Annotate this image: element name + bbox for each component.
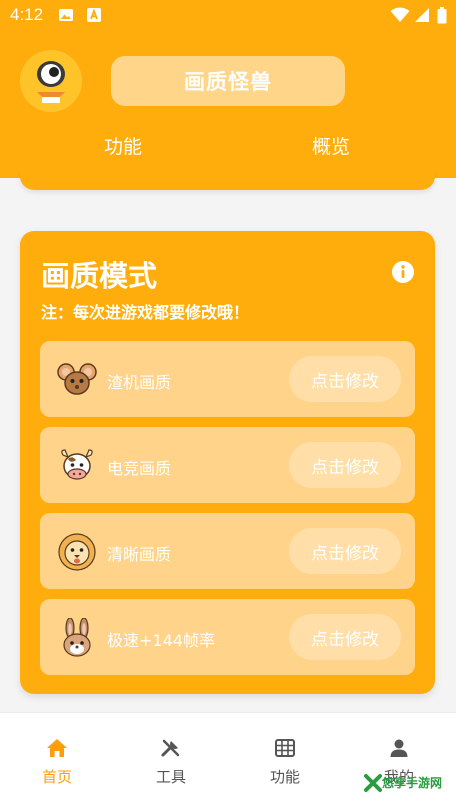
signal-icon — [414, 7, 430, 27]
cow-icon — [57, 446, 97, 486]
avatar[interactable] — [20, 50, 82, 112]
font-icon — [86, 7, 102, 27]
mascot-avatar-icon — [20, 50, 82, 112]
mode-label: 极速+144帧率 — [107, 631, 215, 650]
status-bar: 4:12 — [0, 0, 456, 32]
wifi-icon — [390, 7, 410, 27]
modify-button[interactable]: 点击修改 — [289, 356, 401, 402]
mode-label: 渣机画质 — [107, 373, 172, 392]
mode-row-esports: 电竞画质 点击修改 — [40, 427, 415, 503]
nav-item-home[interactable]: 首页 — [27, 737, 87, 787]
mode-label: 清晰画质 — [107, 545, 172, 564]
modify-button[interactable]: 点击修改 — [289, 442, 401, 488]
watermark-logo-icon — [364, 774, 382, 792]
rabbit-icon — [57, 617, 97, 658]
nav-item-features[interactable]: 功能 — [255, 737, 315, 787]
mode-row-low-end: 渣机画质 点击修改 — [40, 341, 415, 417]
app-header: 画质怪兽 功能 概览 — [0, 32, 456, 178]
mode-label: 电竞画质 — [107, 459, 172, 478]
home-icon — [46, 737, 68, 759]
lion-icon — [57, 532, 97, 572]
battery-icon — [437, 7, 447, 28]
tools-icon — [160, 737, 182, 759]
quality-mode-card: 画质模式 注：每次进游戏都要修改哦！ 渣机画质 点击修改 电竞画质 点击修改 清… — [20, 231, 435, 694]
mouse-icon — [57, 360, 97, 400]
info-icon[interactable] — [392, 261, 414, 283]
previous-card-edge — [20, 170, 435, 190]
modify-button[interactable]: 点击修改 — [289, 614, 401, 660]
nav-label-features: 功能 — [269, 768, 300, 786]
nav-label-home: 首页 — [41, 768, 72, 786]
watermark: 悠享手游网 — [364, 772, 456, 794]
modify-button[interactable]: 点击修改 — [289, 528, 401, 574]
tab-overview[interactable]: 概览 — [312, 132, 350, 159]
quality-mode-note: 注：每次进游戏都要修改哦！ — [41, 303, 250, 322]
nav-item-tools[interactable]: 工具 — [141, 737, 201, 787]
gallery-icon — [58, 7, 74, 27]
status-time: 4:12 — [10, 5, 44, 24]
quality-mode-title: 画质模式 — [41, 259, 158, 293]
nav-label-tools: 工具 — [155, 768, 186, 786]
bottom-nav: 首页 工具 功能 我的 — [0, 712, 456, 810]
tab-features[interactable]: 功能 — [104, 132, 142, 159]
grid-icon — [274, 737, 296, 759]
mode-row-clear: 清晰画质 点击修改 — [40, 513, 415, 589]
mode-row-fast-144fps: 极速+144帧率 点击修改 — [40, 599, 415, 675]
user-icon — [388, 737, 410, 759]
watermark-text: 悠享手游网 — [382, 776, 443, 790]
page-title: 画质怪兽 — [111, 56, 345, 106]
